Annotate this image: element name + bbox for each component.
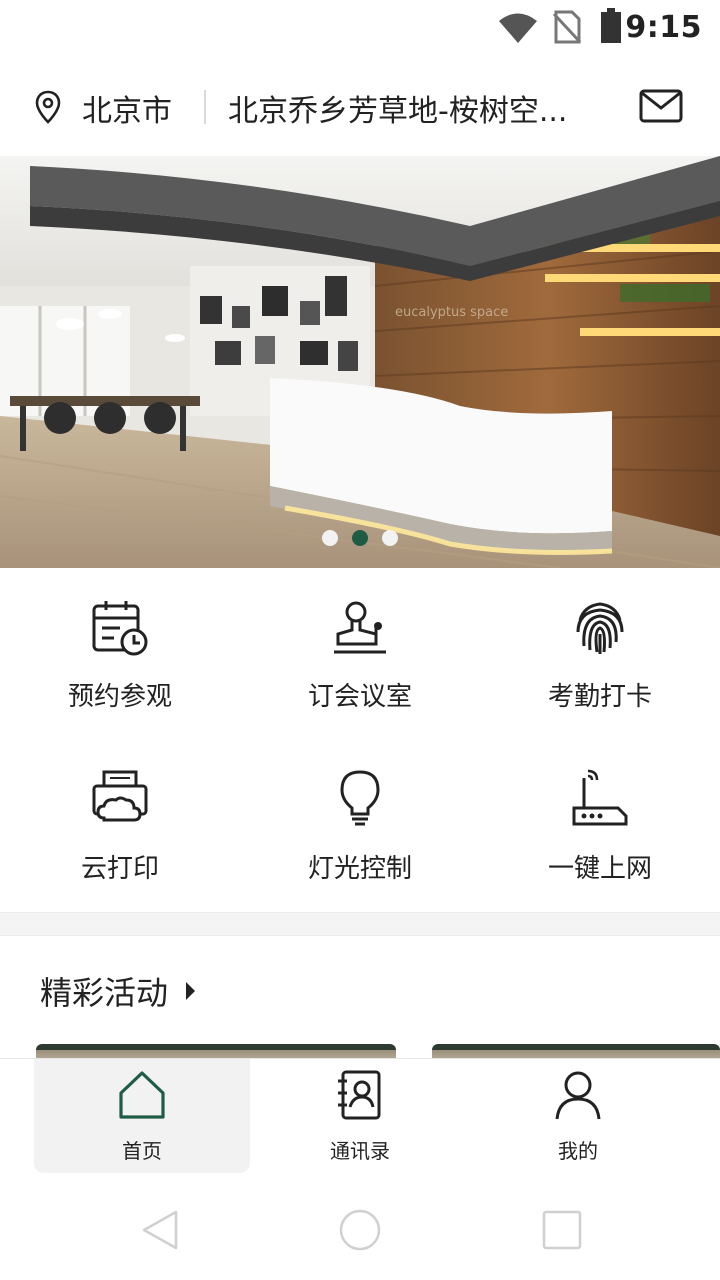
home-circle-icon[interactable] — [338, 1208, 382, 1252]
system-navigation-bar — [0, 1180, 720, 1280]
fingerprint-icon — [576, 602, 624, 654]
carousel-dot-1[interactable] — [322, 530, 338, 546]
banner-image: eucalyptus space — [0, 156, 720, 568]
no-sim-icon — [552, 10, 582, 44]
location-header: 北京市 北京乔乡芳草地-桉树空... — [0, 70, 720, 146]
router-icon — [572, 769, 628, 826]
back-icon[interactable] — [138, 1208, 182, 1252]
home-icon — [119, 1071, 165, 1119]
calendar-clock-icon — [92, 601, 148, 656]
status-bar: 9:15 — [0, 0, 720, 56]
feature-attendance[interactable]: 考勤打卡 — [480, 570, 720, 740]
bottom-navigation: 首页 通讯录 我的 — [0, 1058, 720, 1178]
lightbulb-icon — [340, 770, 380, 826]
nav-label: 通讯录 — [330, 1139, 390, 1163]
header-divider — [204, 90, 206, 124]
feature-book-visit[interactable]: 预约参观 — [0, 570, 240, 740]
feature-grid: 预约参观 订会议室 考勤打卡 云打印 灯光控制 一键上网 — [0, 570, 720, 912]
location-pin-icon[interactable] — [34, 90, 62, 124]
mail-icon[interactable] — [638, 86, 684, 126]
feature-label: 预约参观 — [67, 682, 172, 712]
activities-title[interactable]: 精彩活动 — [40, 968, 168, 1014]
section-separator — [0, 912, 720, 936]
feature-meeting-room[interactable]: 订会议室 — [240, 570, 480, 740]
recent-apps-icon[interactable] — [540, 1208, 584, 1252]
status-time: 9:15 — [625, 10, 702, 45]
feature-one-click-network[interactable]: 一键上网 — [480, 742, 720, 912]
feature-label: 一键上网 — [547, 854, 652, 884]
feature-label: 考勤打卡 — [547, 682, 652, 712]
carousel-dot-3[interactable] — [382, 530, 398, 546]
meeting-stamp-icon — [334, 601, 386, 654]
nav-label: 首页 — [122, 1139, 162, 1163]
banner-wall-text: eucalyptus space — [395, 305, 508, 320]
feature-label: 云打印 — [80, 854, 159, 884]
nav-label: 我的 — [558, 1139, 598, 1163]
feature-cloud-print[interactable]: 云打印 — [0, 742, 240, 912]
city-selector[interactable]: 北京市 — [82, 86, 172, 130]
nav-contacts[interactable]: 通讯录 — [252, 1059, 468, 1173]
caret-right-icon[interactable] — [186, 982, 195, 1000]
carousel-dots — [0, 528, 720, 548]
banner-carousel[interactable]: eucalyptus space — [0, 156, 720, 568]
feature-label: 订会议室 — [307, 682, 412, 712]
user-icon — [555, 1071, 601, 1120]
nav-home[interactable]: 首页 — [34, 1059, 250, 1173]
battery-icon — [601, 8, 621, 43]
cloud-printer-icon — [92, 770, 148, 822]
contacts-book-icon — [338, 1070, 381, 1120]
feature-light-control[interactable]: 灯光控制 — [240, 742, 480, 912]
nav-profile[interactable]: 我的 — [470, 1059, 686, 1173]
wifi-icon — [499, 13, 537, 43]
site-selector[interactable]: 北京乔乡芳草地-桉树空... — [228, 86, 608, 130]
carousel-dot-2[interactable] — [352, 530, 368, 546]
feature-label: 灯光控制 — [307, 854, 412, 884]
